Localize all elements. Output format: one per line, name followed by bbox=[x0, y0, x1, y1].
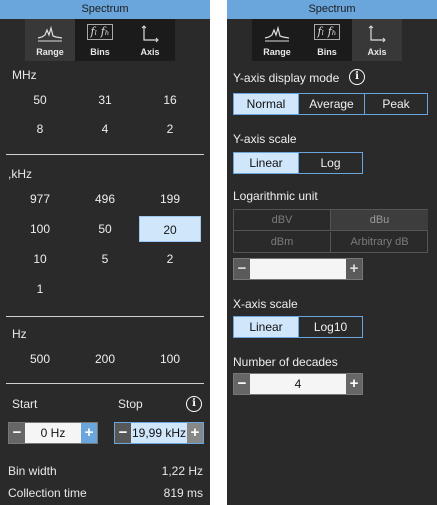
info-icon[interactable]: i bbox=[186, 396, 202, 412]
y-scale-label: Y-axis scale bbox=[233, 132, 297, 146]
tab-bins[interactable]: fₗ fₕ Bins bbox=[302, 19, 352, 61]
tab-range-label: Range bbox=[36, 47, 64, 57]
collection-time-value: 819 ms bbox=[163, 486, 203, 500]
axis-icon bbox=[352, 24, 402, 44]
tab-range[interactable]: Range bbox=[252, 19, 302, 61]
start-frequency-value[interactable]: 0 Hz bbox=[25, 423, 81, 443]
range-option-199khz[interactable]: 199 bbox=[139, 186, 201, 212]
mhz-heading: MHz bbox=[12, 68, 37, 82]
y-mode-peak-option[interactable]: Peak bbox=[364, 94, 427, 114]
range-option-4mhz[interactable]: 4 bbox=[74, 116, 136, 142]
tab-bins[interactable]: fₗ fₕ Bins bbox=[75, 19, 125, 61]
range-option-10khz[interactable]: 10 bbox=[9, 246, 71, 272]
stop-frequency-value[interactable]: 19,99 kHz bbox=[131, 423, 187, 443]
range-option-977khz[interactable]: 977 bbox=[9, 186, 71, 212]
range-option-500hz[interactable]: 500 bbox=[9, 346, 71, 372]
y-scale-selector: Linear Log bbox=[233, 152, 363, 174]
increment-button[interactable]: + bbox=[187, 423, 203, 443]
start-label: Start bbox=[12, 397, 38, 411]
range-option-200hz[interactable]: 200 bbox=[74, 346, 136, 372]
start-frequency-stepper: − 0 Hz + bbox=[8, 422, 98, 444]
range-option-31mhz[interactable]: 31 bbox=[74, 87, 136, 113]
increment-button[interactable]: + bbox=[81, 423, 97, 443]
axis-icon bbox=[125, 24, 175, 44]
collection-time-label: Collection time bbox=[8, 486, 87, 500]
panel-title: Spectrum bbox=[0, 0, 210, 19]
stop-frequency-stepper: − 19,99 kHz + bbox=[114, 422, 204, 444]
log-unit-arbitrary-db-option[interactable]: Arbitrary dB bbox=[331, 232, 428, 253]
bins-icon: fₗ fₕ bbox=[75, 24, 125, 44]
range-option-496khz[interactable]: 496 bbox=[74, 186, 136, 212]
log-unit-dbm-option[interactable]: dBm bbox=[234, 232, 331, 253]
stop-label: Stop bbox=[118, 397, 143, 411]
divider bbox=[6, 383, 204, 384]
decades-label: Number of decades bbox=[233, 355, 338, 369]
tab-bar: Range fₗ fₕ Bins Axis bbox=[25, 19, 175, 61]
tab-axis-label: Axis bbox=[140, 47, 160, 57]
range-option-1khz[interactable]: 1 bbox=[9, 276, 71, 302]
decrement-button[interactable]: − bbox=[9, 423, 25, 443]
tab-range[interactable]: Range bbox=[25, 19, 75, 61]
decades-value[interactable]: 4 bbox=[250, 374, 346, 394]
khz-heading: ,kHz bbox=[8, 167, 32, 181]
range-option-8mhz[interactable]: 8 bbox=[9, 116, 71, 142]
x-scale-log10-option[interactable]: Log10 bbox=[298, 317, 362, 337]
decrement-button[interactable]: − bbox=[234, 259, 250, 279]
spectrum-icon bbox=[252, 24, 302, 44]
info-icon[interactable]: i bbox=[349, 69, 365, 85]
log-unit-dbv-option[interactable]: dBV bbox=[234, 210, 331, 231]
tab-range-label: Range bbox=[263, 47, 291, 57]
tab-axis[interactable]: Axis bbox=[352, 19, 402, 61]
y-display-mode-label: Y-axis display mode bbox=[233, 71, 340, 85]
hz-heading: Hz bbox=[12, 327, 27, 341]
decades-stepper: − 4 + bbox=[233, 373, 363, 395]
spectrum-icon bbox=[25, 24, 75, 44]
increment-button[interactable]: + bbox=[346, 259, 362, 279]
tab-axis-label: Axis bbox=[367, 47, 387, 57]
decrement-button[interactable]: − bbox=[115, 423, 131, 443]
y-scale-log-option[interactable]: Log bbox=[298, 153, 362, 173]
tab-bins-label: Bins bbox=[90, 47, 110, 57]
y-mode-normal-option[interactable]: Normal bbox=[234, 94, 298, 114]
panel-title: Spectrum bbox=[227, 0, 437, 19]
divider bbox=[6, 316, 204, 317]
divider bbox=[6, 154, 204, 155]
range-option-20khz-selected[interactable]: 20 bbox=[139, 216, 201, 242]
range-option-100khz[interactable]: 100 bbox=[9, 216, 71, 242]
range-option-50khz[interactable]: 50 bbox=[74, 216, 136, 242]
x-scale-label: X-axis scale bbox=[233, 297, 298, 311]
range-option-2mhz[interactable]: 2 bbox=[139, 116, 201, 142]
range-option-16mhz[interactable]: 16 bbox=[139, 87, 201, 113]
spectrum-axis-panel: Spectrum Range fₗ fₕ Bins Axis Y-axis di… bbox=[227, 0, 437, 505]
spectrum-range-panel: Spectrum Range fₗ fₕ Bins Axis MHz 50 31… bbox=[0, 0, 210, 505]
y-mode-average-option[interactable]: Average bbox=[298, 94, 364, 114]
log-unit-label: Logarithmic unit bbox=[233, 189, 318, 203]
range-option-50mhz[interactable]: 50 bbox=[9, 87, 71, 113]
range-option-5khz[interactable]: 5 bbox=[74, 246, 136, 272]
y-display-mode-selector: Normal Average Peak bbox=[233, 93, 428, 115]
y-scale-linear-option[interactable]: Linear bbox=[234, 153, 298, 173]
bins-icon: fₗ fₕ bbox=[302, 24, 352, 44]
bin-width-label: Bin width bbox=[8, 464, 57, 478]
range-option-2khz[interactable]: 2 bbox=[139, 246, 201, 272]
tab-bins-label: Bins bbox=[317, 47, 337, 57]
log-unit-dbu-option[interactable]: dBu bbox=[331, 210, 428, 231]
log-unit-selector-disabled: dBV dBu dBm Arbitrary dB bbox=[233, 209, 428, 253]
x-scale-linear-option[interactable]: Linear bbox=[234, 317, 298, 337]
log-unit-value[interactable] bbox=[250, 259, 346, 279]
bin-width-value: 1,22 Hz bbox=[161, 464, 203, 478]
tab-axis[interactable]: Axis bbox=[125, 19, 175, 61]
decrement-button[interactable]: − bbox=[234, 374, 250, 394]
tab-bar: Range fₗ fₕ Bins Axis bbox=[252, 19, 402, 61]
range-option-100hz[interactable]: 100 bbox=[139, 346, 201, 372]
x-scale-selector: Linear Log10 bbox=[233, 316, 363, 338]
log-unit-stepper: − + bbox=[233, 258, 363, 280]
increment-button[interactable]: + bbox=[346, 374, 362, 394]
